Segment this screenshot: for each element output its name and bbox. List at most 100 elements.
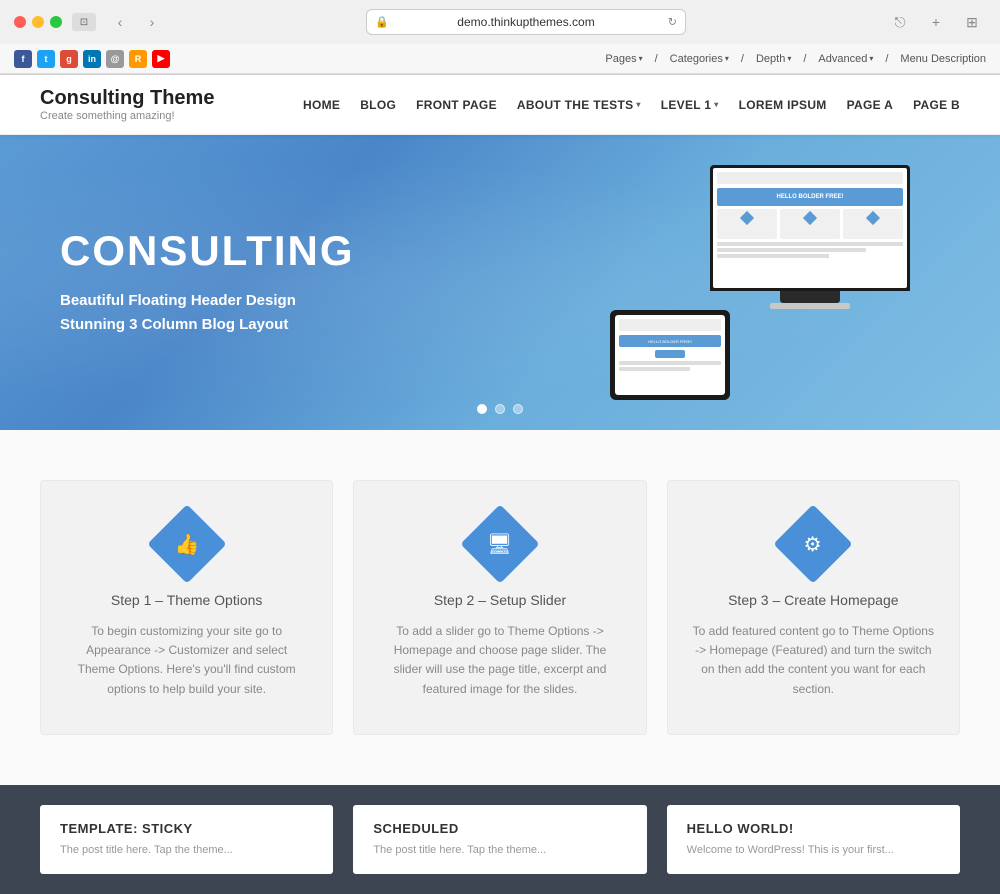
footer-card-1-title: TEMPLATE: STICKY: [60, 821, 313, 836]
tablet-body: HELLO BOLDER FREE!: [610, 310, 730, 400]
advanced-menu[interactable]: Advanced ▾: [818, 53, 873, 65]
footer-card-1-text: The post title here. Tap the theme...: [60, 842, 313, 859]
depth-arrow: ▾: [787, 54, 791, 63]
hero-devices: HELLO BOLDER FREE!: [590, 155, 940, 410]
toolbar-menu-links: Pages ▾ / Categories ▾ / Depth ▾ / Advan…: [605, 53, 986, 65]
url-text: demo.thinkupthemes.com: [457, 15, 594, 29]
categories-menu[interactable]: Categories ▾: [670, 53, 729, 65]
security-icon: 🔒: [375, 16, 389, 29]
hero-text: CONSULTING Beautiful Floating Header Des…: [60, 228, 355, 336]
minimize-button[interactable]: [32, 16, 44, 28]
maximize-button[interactable]: [50, 16, 62, 28]
logo-tagline: Create something amazing!: [40, 110, 214, 122]
nav-page-b[interactable]: PAGE B: [913, 98, 960, 112]
new-tab-button[interactable]: +: [922, 8, 950, 36]
menu-description-label: Menu Description: [900, 53, 986, 65]
step-1-description: To begin customizing your site go to App…: [66, 622, 307, 699]
close-button[interactable]: [14, 16, 26, 28]
mock-line3: [717, 254, 829, 258]
monitor-inner: HELLO BOLDER FREE!: [713, 168, 907, 288]
mock-site-monitor: HELLO BOLDER FREE!: [713, 168, 907, 264]
categories-arrow: ▾: [725, 54, 729, 63]
slider-dot-2[interactable]: [495, 404, 505, 414]
slider-dots: [477, 404, 523, 414]
traffic-lights: [14, 16, 62, 28]
footer-section: TEMPLATE: STICKY The post title here. Ta…: [0, 785, 1000, 894]
step-2-title: Step 2 – Setup Slider: [379, 592, 620, 608]
nav-home[interactable]: HOME: [303, 98, 340, 112]
mock-header: [717, 172, 903, 184]
depth-menu[interactable]: Depth ▾: [756, 53, 791, 65]
logo-title: Consulting Theme: [40, 87, 214, 110]
step-card-1: 👍 Step 1 – Theme Options To begin custom…: [40, 480, 333, 735]
nav-level1[interactable]: LEVEL 1 ▾: [661, 98, 719, 112]
step-2-icon: 🖥: [460, 504, 539, 583]
hero-subtitle-line2: Stunning 3 Column Blog Layout: [60, 313, 355, 337]
mock-tablet-btn: [655, 350, 685, 358]
gear-icon: ⚙: [804, 532, 822, 557]
website-content: Consulting Theme Create something amazin…: [0, 75, 1000, 894]
menu-description[interactable]: Menu Description: [900, 53, 986, 65]
linkedin-icon[interactable]: in: [83, 50, 101, 68]
pages-menu[interactable]: Pages ▾: [605, 53, 642, 65]
nav-buttons: ‹ ›: [106, 8, 166, 36]
footer-card-3-text: Welcome to WordPress! This is your first…: [687, 842, 940, 859]
refresh-icon[interactable]: ↻: [668, 16, 677, 29]
hero-slider: CONSULTING Beautiful Floating Header Des…: [0, 135, 1000, 430]
browser-chrome: ⊡ ‹ › 🔒 demo.thinkupthemes.com ↻ ⎋ + ⊞ f…: [0, 0, 1000, 75]
back-button[interactable]: ‹: [106, 8, 134, 36]
step-3-description: To add featured content go to Theme Opti…: [693, 622, 934, 699]
browser-titlebar: ⊡ ‹ › 🔒 demo.thinkupthemes.com ↻ ⎋ + ⊞: [0, 0, 1000, 44]
step-1-title: Step 1 – Theme Options: [66, 592, 307, 608]
forward-button[interactable]: ›: [138, 8, 166, 36]
step-3-icon: ⚙: [774, 504, 853, 583]
facebook-icon[interactable]: f: [14, 50, 32, 68]
site-header: Consulting Theme Create something amazin…: [0, 75, 1000, 135]
window-icon: ⊡: [72, 13, 96, 31]
nav-blog[interactable]: BLOG: [360, 98, 396, 112]
monitor-icon: 🖥: [487, 531, 512, 556]
device-monitor: HELLO BOLDER FREE!: [710, 165, 910, 309]
nav-front-page[interactable]: FRONT PAGE: [416, 98, 497, 112]
monitor-screen: HELLO BOLDER FREE!: [710, 165, 910, 291]
browser-toolbar2: f t g in @ R ▶ Pages ▾ / Categories ▾ / …: [0, 44, 1000, 74]
address-bar[interactable]: 🔒 demo.thinkupthemes.com ↻: [366, 9, 686, 35]
rss-icon[interactable]: R: [129, 50, 147, 68]
thumbs-up-icon: 👍: [174, 532, 199, 557]
email-icon[interactable]: @: [106, 50, 124, 68]
grid-button[interactable]: ⊞: [958, 8, 986, 36]
pages-arrow: ▾: [639, 54, 643, 63]
footer-card-2: SCHEDULED The post title here. Tap the t…: [353, 805, 646, 875]
mock-hero-text: HELLO BOLDER FREE!: [777, 194, 844, 200]
nav-lorem-ipsum[interactable]: LOREM IPSUM: [739, 98, 827, 112]
step-1-icon: 👍: [147, 504, 226, 583]
site-nav: HOME BLOG FRONT PAGE ABOUT THE TESTS ▾ L…: [303, 98, 960, 112]
twitter-icon[interactable]: t: [37, 50, 55, 68]
googleplus-icon[interactable]: g: [60, 50, 78, 68]
footer-card-3: HELLO WORLD! Welcome to WordPress! This …: [667, 805, 960, 875]
hero-subtitle: Beautiful Floating Header Design Stunnin…: [60, 289, 355, 337]
categories-label: Categories: [670, 53, 723, 65]
nav-page-a[interactable]: PAGE A: [847, 98, 893, 112]
pages-label: Pages: [605, 53, 636, 65]
nav-about-tests[interactable]: ABOUT THE TESTS ▾: [517, 98, 641, 112]
tablet-screen: HELLO BOLDER FREE!: [615, 315, 725, 395]
mock-line2: [717, 248, 866, 252]
step-card-3: ⚙ Step 3 – Create Homepage To add featur…: [667, 480, 960, 735]
slider-dot-3[interactable]: [513, 404, 523, 414]
toolbar-actions: ⎋ + ⊞: [886, 8, 986, 36]
youtube-icon[interactable]: ▶: [152, 50, 170, 68]
site-logo: Consulting Theme Create something amazin…: [40, 87, 214, 122]
slider-dot-1[interactable]: [477, 404, 487, 414]
address-bar-wrap: 🔒 demo.thinkupthemes.com ↻: [176, 9, 876, 35]
mock-line1: [717, 242, 903, 246]
footer-card-2-title: SCHEDULED: [373, 821, 626, 836]
depth-label: Depth: [756, 53, 785, 65]
mock-tablet-hero: HELLO BOLDER FREE!: [648, 339, 692, 344]
level1-arrow: ▾: [714, 100, 718, 109]
step-card-2: 🖥 Step 2 – Setup Slider To add a slider …: [353, 480, 646, 735]
step-3-title: Step 3 – Create Homepage: [693, 592, 934, 608]
monitor-stand: [780, 291, 840, 303]
advanced-label: Advanced: [818, 53, 867, 65]
share-button[interactable]: ⎋: [886, 8, 914, 36]
